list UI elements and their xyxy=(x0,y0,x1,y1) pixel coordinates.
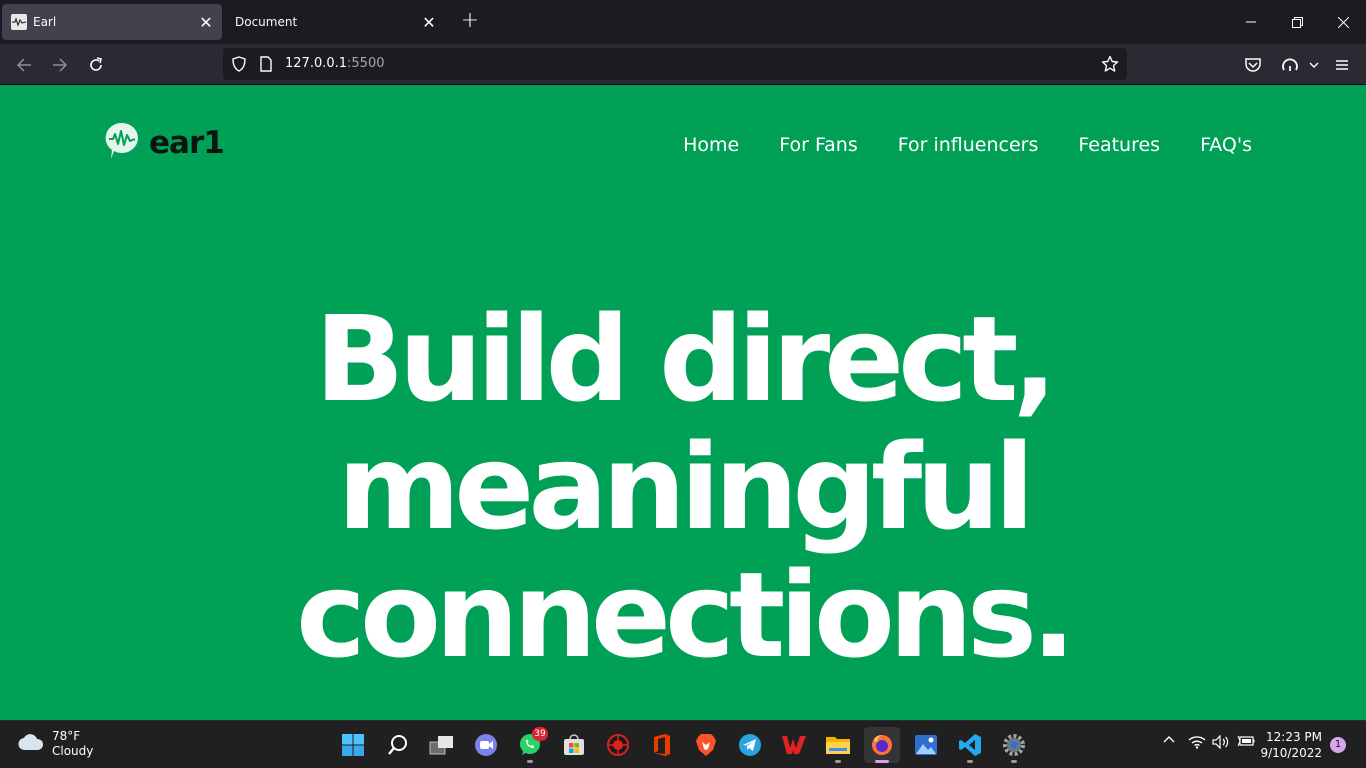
whatsapp-badge: 39 xyxy=(532,727,548,741)
hamburger-menu-icon[interactable] xyxy=(1331,54,1353,76)
url-text[interactable]: 127.0.0.1:5500 xyxy=(285,56,385,71)
search-button[interactable] xyxy=(380,727,416,763)
settings-app[interactable] xyxy=(996,727,1032,763)
nav-link-home[interactable]: Home xyxy=(683,134,739,156)
page-info-icon[interactable] xyxy=(259,56,273,76)
running-indicator xyxy=(967,760,973,763)
store-app[interactable] xyxy=(556,727,592,763)
running-indicator xyxy=(1011,760,1017,763)
battery-status[interactable] xyxy=(1236,735,1256,747)
office-app[interactable] xyxy=(644,727,680,763)
store-icon xyxy=(564,734,584,755)
site-navigation: Home For Fans For influencers Features F… xyxy=(643,134,1252,156)
forward-button[interactable] xyxy=(46,52,74,78)
cloud-icon xyxy=(18,733,44,755)
vscode-app[interactable] xyxy=(952,727,988,763)
tab-document[interactable]: Document ✕ xyxy=(223,4,445,40)
task-view-icon xyxy=(429,736,453,755)
wifi-icon xyxy=(1188,736,1206,749)
running-indicator xyxy=(835,760,841,763)
clock-date: 9/10/2022 xyxy=(1260,746,1322,760)
reload-button[interactable] xyxy=(82,52,110,78)
restore-button[interactable] xyxy=(1274,0,1320,44)
url-port: :5500 xyxy=(347,56,385,71)
start-button[interactable] xyxy=(335,727,371,763)
speedometer-icon[interactable] xyxy=(1279,54,1301,76)
running-indicator xyxy=(527,760,533,763)
brave-icon xyxy=(696,734,716,756)
web-page: ear1 Home For Fans For influencers Featu… xyxy=(0,85,1366,720)
weather-description: Cloudy xyxy=(52,744,94,758)
photos-icon xyxy=(915,735,937,755)
speech-bubble-wave-icon xyxy=(104,121,140,165)
antivirus-icon xyxy=(607,734,629,756)
bookmark-star-icon[interactable] xyxy=(1101,55,1119,77)
tab-title: Document xyxy=(235,15,298,29)
tab-strip: Earl ✕ Document ✕ + xyxy=(0,0,1366,44)
clock-time: 12:23 PM xyxy=(1266,730,1322,744)
tab-close-icon[interactable]: ✕ xyxy=(419,12,439,32)
taskbar: 78°F Cloudy 39 12:23 PM 9/10/2022 1 xyxy=(0,720,1366,768)
telegram-icon xyxy=(739,734,761,756)
show-hidden-icons-button[interactable] xyxy=(1160,735,1178,743)
vscode-icon xyxy=(959,734,981,756)
wps-office-app[interactable] xyxy=(776,727,812,763)
hero-line: connections. xyxy=(296,546,1076,684)
nav-link-for-fans[interactable]: For Fans xyxy=(779,134,858,156)
tracking-protection-shield-icon[interactable] xyxy=(231,56,247,76)
file-explorer-icon xyxy=(826,737,850,754)
url-host: 127.0.0.1 xyxy=(285,56,348,71)
weather-widget[interactable]: 78°F Cloudy xyxy=(18,729,93,759)
logo-text: ear1 xyxy=(149,125,225,161)
back-button[interactable] xyxy=(10,52,38,78)
volume-control[interactable] xyxy=(1211,735,1231,749)
photos-app[interactable] xyxy=(908,727,944,763)
brave-browser-app[interactable] xyxy=(688,727,724,763)
task-view-button[interactable] xyxy=(424,727,460,763)
running-indicator xyxy=(875,760,889,763)
weather-temperature: 78°F xyxy=(52,729,81,743)
wps-icon xyxy=(782,736,806,754)
pocket-icon[interactable] xyxy=(1242,54,1264,76)
teams-chat-button[interactable] xyxy=(468,727,504,763)
settings-icon xyxy=(1003,734,1025,756)
notification-badge[interactable]: 1 xyxy=(1330,737,1346,753)
nav-link-faqs[interactable]: FAQ's xyxy=(1200,134,1252,156)
telegram-app[interactable] xyxy=(732,727,768,763)
close-window-button[interactable] xyxy=(1320,0,1366,44)
hero-line: meaningful xyxy=(337,418,1034,556)
chevron-up-icon xyxy=(1163,736,1175,743)
battery-icon xyxy=(1237,735,1255,747)
office-icon xyxy=(654,734,670,756)
new-tab-button[interactable]: + xyxy=(458,10,482,34)
hero-heading: Build direct, meaningful connections. xyxy=(0,295,1366,679)
whatsapp-app[interactable]: 39 xyxy=(512,727,548,763)
hero-line: Build direct, xyxy=(314,290,1058,428)
speaker-icon xyxy=(1212,735,1229,749)
file-explorer-app[interactable] xyxy=(820,727,856,763)
nav-link-for-influencers[interactable]: For influencers xyxy=(898,134,1039,156)
minimize-button[interactable] xyxy=(1228,0,1274,44)
earl-favicon-icon xyxy=(11,14,27,30)
system-clock[interactable]: 12:23 PM 9/10/2022 xyxy=(1260,729,1322,761)
tab-title: Earl xyxy=(33,15,57,29)
teams-icon xyxy=(475,734,497,756)
tab-earl[interactable]: Earl ✕ xyxy=(2,4,222,40)
tab-close-icon[interactable]: ✕ xyxy=(196,12,216,32)
navigation-toolbar: 127.0.0.1:5500 xyxy=(0,44,1366,85)
search-icon xyxy=(388,735,407,755)
address-bar[interactable]: 127.0.0.1:5500 xyxy=(223,48,1127,80)
nav-link-features[interactable]: Features xyxy=(1078,134,1160,156)
firefox-icon xyxy=(872,735,892,755)
firefox-app[interactable] xyxy=(864,727,900,763)
antivirus-app[interactable] xyxy=(600,727,636,763)
start-icon xyxy=(342,734,364,756)
site-logo[interactable]: ear1 xyxy=(104,121,225,165)
chevron-down-icon[interactable] xyxy=(1303,54,1325,76)
wifi-status[interactable] xyxy=(1187,735,1207,749)
